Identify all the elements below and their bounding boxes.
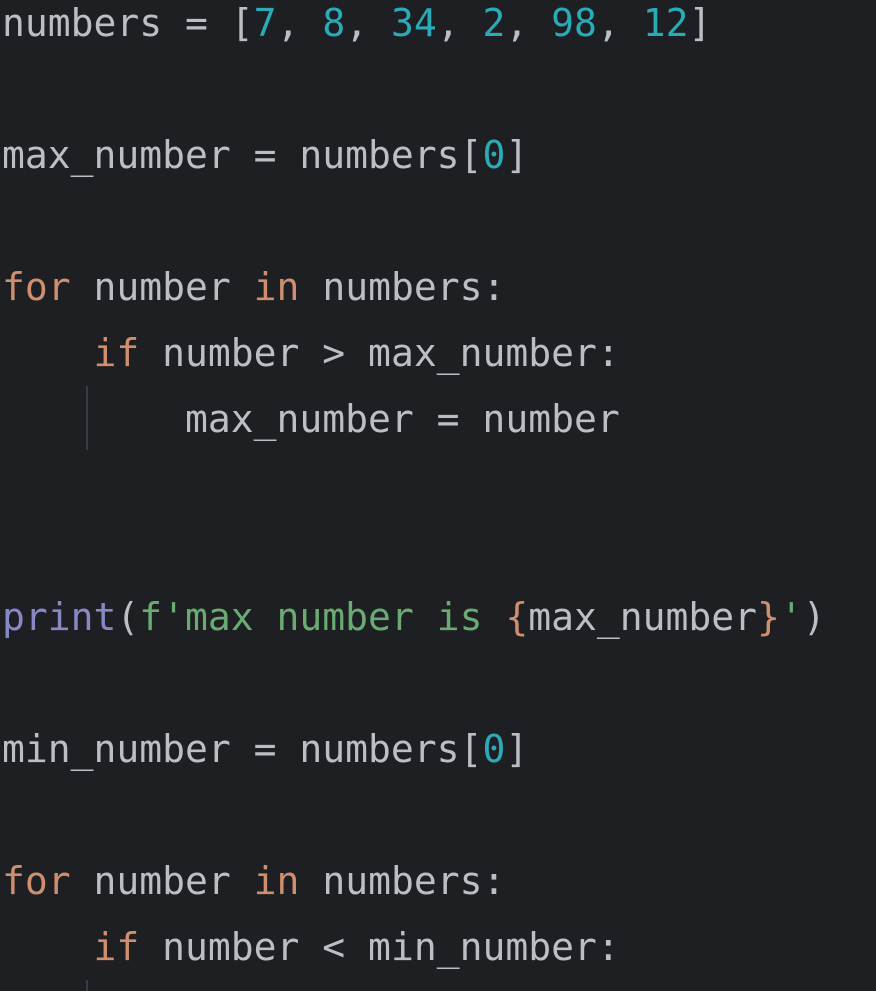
code-line[interactable]: max_number = number [2,386,620,452]
code-token: number [70,265,254,309]
code-token: } [757,595,780,639]
code-token: numbers: [299,265,506,309]
code-token: ] [505,727,529,771]
code-token: min_number = numbers[ [2,727,483,771]
code-token: 12 [642,1,689,45]
code-token: for [2,859,71,903]
code-token: in [253,265,300,309]
code-token: , [596,1,643,45]
code-token: number > max_number: [139,331,620,375]
code-token: , [276,1,323,45]
code-line[interactable]: for number in numbers: [2,254,505,320]
code-line[interactable]: min_number = numbers[0] [2,716,528,782]
code-token: ( [116,595,140,639]
code-line[interactable]: max_number = numbers[0] [2,122,528,188]
code-token: max_number = number [2,397,620,441]
code-editor[interactable]: numbers = [7, 8, 34, 2, 98, 12] max_numbe… [0,0,876,991]
code-line[interactable]: if number > max_number: [2,320,620,386]
code-line[interactable]: numbers = [7, 8, 34, 2, 98, 12] [2,0,711,56]
code-token: ) [802,595,826,639]
code-token: numbers: [299,859,506,903]
code-token: 0 [482,727,506,771]
code-token: { [505,595,529,639]
code-token: 34 [390,1,437,45]
code-token: max_number [528,595,757,639]
code-token: 98 [551,1,597,45]
code-token: , [436,1,483,45]
indent-guide [86,980,88,991]
code-token: number [70,859,254,903]
code-line[interactable]: print(f'max number is {max_number}') [2,584,826,650]
code-token: f'max number is [139,595,506,639]
code-token: , [505,1,552,45]
code-token: ] [505,133,529,177]
code-token: 7 [253,1,277,45]
code-token: , [345,1,391,45]
code-token: for [2,265,71,309]
code-token: ' [779,595,803,639]
code-token: if [93,925,140,969]
code-line[interactable]: if number < min_number: [2,914,620,980]
code-token: in [253,859,300,903]
code-token: number < min_number: [139,925,620,969]
code-line[interactable]: for number in numbers: [2,848,505,914]
code-token: if [93,331,140,375]
code-token: max_number = numbers[ [2,133,483,177]
code-token: 0 [482,133,506,177]
code-token: print [2,595,117,639]
code-token: numbers = [ [2,1,254,45]
code-token: 8 [322,1,346,45]
code-token: ] [688,1,712,45]
code-token: 2 [482,1,506,45]
